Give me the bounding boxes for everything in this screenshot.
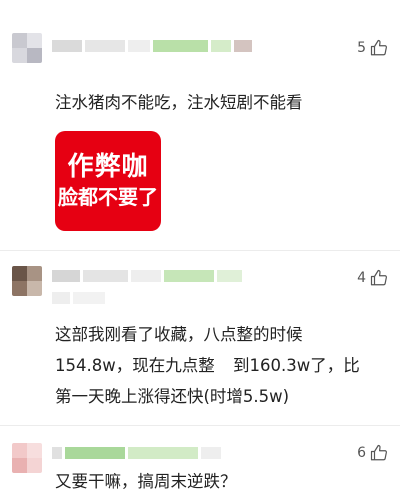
divider [0,250,400,251]
thumbs-up-icon [370,39,387,56]
sticker-text-line-1: 作弊咖 [67,152,149,182]
like-count: 4 [357,270,366,286]
comment-text-line-2b: 到160.3w了，比 [233,356,360,375]
like-button[interactable]: 6 [357,443,388,463]
sticker-image[interactable]: 作弊咖 脸都不要了 [55,131,161,231]
username-blurred[interactable] [52,38,255,54]
comment-text-line-2a: 154.8w，现在九点整 [55,356,215,375]
comment-text-line-3: 第一天晚上涨得还快(时增5.5w) [55,387,290,406]
like-count: 5 [357,40,366,56]
avatar[interactable] [12,443,42,473]
username-blurred[interactable] [52,445,224,461]
thumbs-up-icon [370,444,387,461]
text-occlusion [218,357,228,373]
user-badge-blurred [52,290,108,306]
like-button[interactable]: 4 [357,268,388,288]
like-count: 6 [357,445,366,461]
avatar[interactable] [12,266,42,296]
sticker-text-line-2: 脸都不要了 [58,185,158,209]
like-button[interactable]: 5 [357,38,388,58]
username-blurred[interactable] [52,268,245,284]
comment-text: 注水猪肉不能吃，注水短剧不能看 [55,93,303,112]
comment-text: 又要干嘛，搞周末逆跌？ [55,472,237,491]
divider [0,425,400,426]
avatar[interactable] [12,33,42,63]
thumbs-up-icon [370,269,387,286]
comment-text-line-1: 这部我刚看了收藏，八点整的时候 [55,325,303,344]
